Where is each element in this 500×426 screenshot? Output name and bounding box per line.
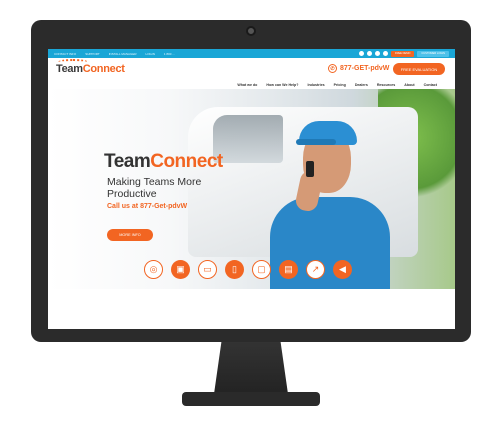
mobile-icon[interactable]: ▯ [225, 260, 244, 279]
stage: CONTACT INFO SUPPORT INSTALL MANAGER LOG… [0, 0, 500, 426]
chart-icon[interactable]: ↗ [306, 260, 325, 279]
website-screen: CONTACT INFO SUPPORT INSTALL MANAGER LOG… [48, 49, 455, 329]
utility-link-support[interactable]: SUPPORT [85, 52, 99, 56]
header-phone[interactable]: ✆ 877-GET-pdvW [328, 64, 389, 73]
hero-bottom-fade [48, 289, 455, 329]
teamconnect-logo[interactable]: TeamConnect [56, 63, 125, 75]
hero-section: TeamConnect Making Teams More Productive… [48, 89, 455, 329]
site-header: TeamConnect ✆ 877-GET-pdvW FREE EVALUATI… [48, 58, 455, 80]
nav-item-dealers[interactable]: Dealers [355, 83, 368, 87]
megaphone-icon[interactable]: ◀ [333, 260, 352, 279]
facebook-icon[interactable] [358, 51, 364, 56]
nav-item-contact[interactable]: Contact [424, 83, 437, 87]
logo-team-text: Team [56, 63, 83, 75]
utility-phone-note: 1 800 ... [163, 51, 175, 56]
nav-item-resources[interactable]: Resources [377, 83, 395, 87]
nav-item-pricing[interactable]: Pricing [334, 83, 346, 87]
feature-icon-row: ◎ ▣ ▭ ▯ ▢ ▤ ↗ ◀ [144, 260, 352, 279]
twitter-icon[interactable] [366, 51, 372, 56]
utility-link-install[interactable]: INSTALL MANAGER [109, 52, 137, 56]
clipboard-icon[interactable]: ▢ [252, 260, 271, 279]
header-phone-number: 877-GET-pdvW [340, 65, 390, 72]
more-info-button[interactable]: MORE INFO [107, 229, 153, 241]
free-demo-button[interactable]: FREE DEMO [390, 50, 415, 57]
main-nav: What we do How can We Help? Industries P… [48, 80, 455, 89]
utility-link-contact[interactable]: CONTACT INFO [54, 52, 76, 56]
nav-item-about[interactable]: About [404, 83, 414, 87]
monitor: CONTACT INFO SUPPORT INSTALL MANAGER LOG… [31, 20, 471, 342]
nav-item-how-can-we-help[interactable]: How can We Help? [266, 83, 298, 87]
linkedin-icon[interactable] [374, 51, 380, 56]
nav-item-what-we-do[interactable]: What we do [237, 83, 257, 87]
monitor-stand-base [182, 392, 320, 406]
youtube-icon[interactable] [382, 51, 388, 56]
utility-link-login[interactable]: LOGIN [146, 52, 155, 56]
free-evaluation-button[interactable]: FREE EVALUATION [393, 63, 445, 75]
hero-title-team: Team [104, 151, 151, 172]
hero-title: TeamConnect [104, 151, 223, 173]
cap-brim [296, 139, 336, 145]
handheld-phone [306, 161, 314, 177]
calendar-icon[interactable]: ▣ [171, 260, 190, 279]
customer-login-button[interactable]: CUSTOMER LOGIN [417, 50, 449, 57]
chat-icon[interactable]: ▤ [279, 260, 298, 279]
webcam [246, 26, 256, 36]
hero-title-connect: Connect [150, 151, 223, 172]
logo-connect-text: Connect [82, 63, 125, 75]
hero-call-text[interactable]: Call us at 877-Get-pdvW [107, 203, 187, 210]
hero-subtitle: Making Teams More Productive [107, 176, 202, 200]
globe-icon[interactable]: ◎ [144, 260, 163, 279]
monitor-icon[interactable]: ▭ [198, 260, 217, 279]
phone-icon: ✆ [328, 64, 337, 73]
monitor-stand-neck [214, 342, 288, 394]
nav-item-industries[interactable]: Industries [307, 83, 324, 87]
utility-bar: CONTACT INFO SUPPORT INSTALL MANAGER LOG… [48, 49, 455, 58]
utility-right: FREE DEMO CUSTOMER LOGIN [358, 50, 449, 57]
